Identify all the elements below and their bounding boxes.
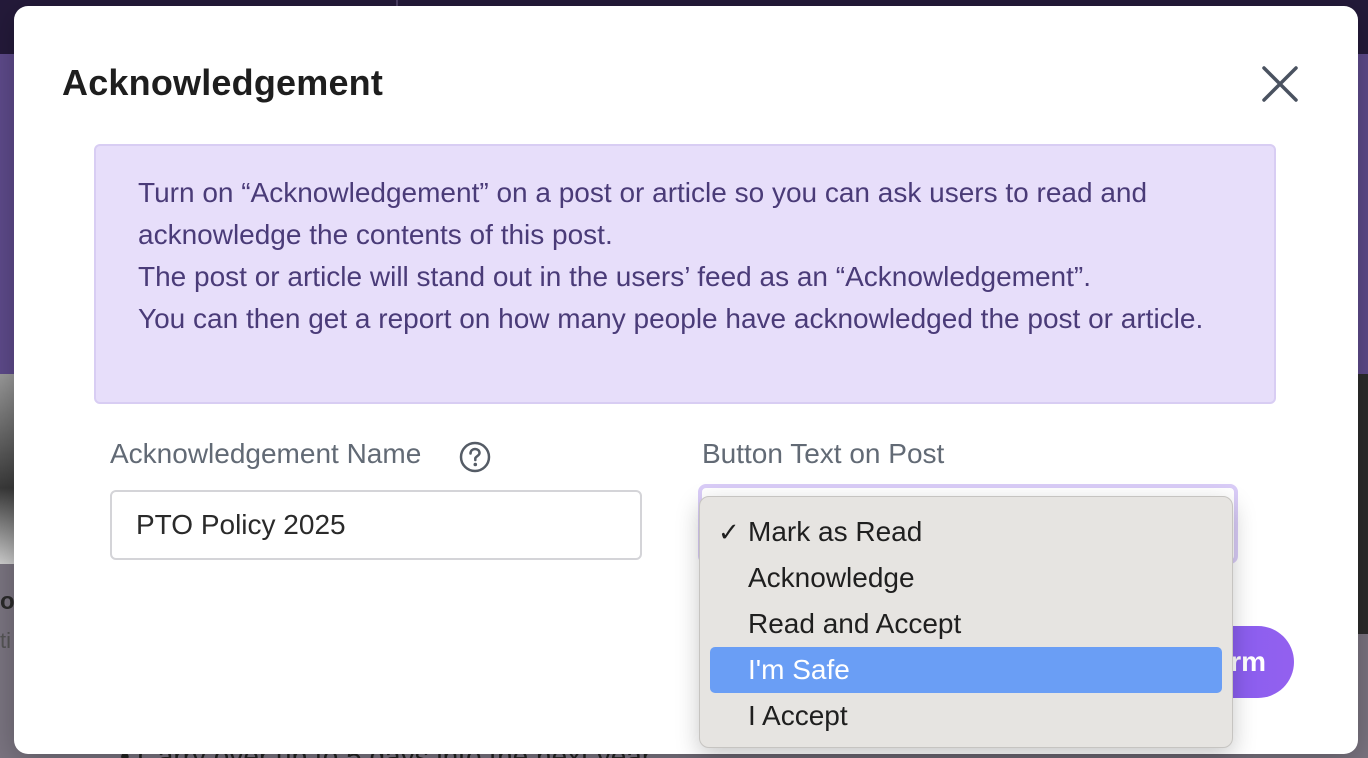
modal-title: Acknowledgement — [62, 62, 384, 103]
background-subtext-fragment: ti — [0, 628, 11, 653]
dropdown-option-label: Mark as Read — [748, 516, 923, 547]
close-button[interactable] — [1260, 64, 1300, 104]
button-text-label: Button Text on Post — [702, 438, 945, 469]
acknowledgement-name-label: Acknowledgement Name — [110, 438, 422, 469]
close-x-icon — [1262, 66, 1298, 102]
acknowledgement-name-input[interactable] — [110, 490, 642, 560]
dropdown-option-i-accept[interactable]: I Accept — [710, 693, 1222, 739]
checkmark-icon: ✓ — [718, 517, 740, 547]
info-line-2: The post or article will stand out in th… — [138, 261, 1091, 292]
dropdown-option-mark-as-read[interactable]: ✓ Mark as Read — [710, 509, 1222, 555]
info-callout: Turn on “Acknowledgement” on a post or a… — [94, 144, 1276, 404]
dropdown-option-acknowledge[interactable]: Acknowledge — [710, 555, 1222, 601]
info-line-3: You can then get a report on how many pe… — [138, 303, 1204, 334]
button-text-dropdown-menu: ✓ Mark as Read Acknowledge Read and Acce… — [699, 496, 1233, 748]
dropdown-option-label: Acknowledge — [748, 562, 915, 593]
dropdown-option-label: I'm Safe — [748, 654, 850, 685]
background-photo — [0, 374, 14, 564]
dropdown-option-read-and-accept[interactable]: Read and Accept — [710, 601, 1222, 647]
dropdown-option-im-safe[interactable]: I'm Safe — [710, 647, 1222, 693]
background-heading-fragment: oı — [0, 588, 14, 615]
dropdown-option-label: I Accept — [748, 700, 848, 731]
background-right-strip — [1358, 374, 1368, 634]
dropdown-option-label: Read and Accept — [748, 608, 962, 639]
info-line-1: Turn on “Acknowledgement” on a post or a… — [138, 177, 1148, 250]
question-circle-icon[interactable] — [458, 440, 492, 474]
